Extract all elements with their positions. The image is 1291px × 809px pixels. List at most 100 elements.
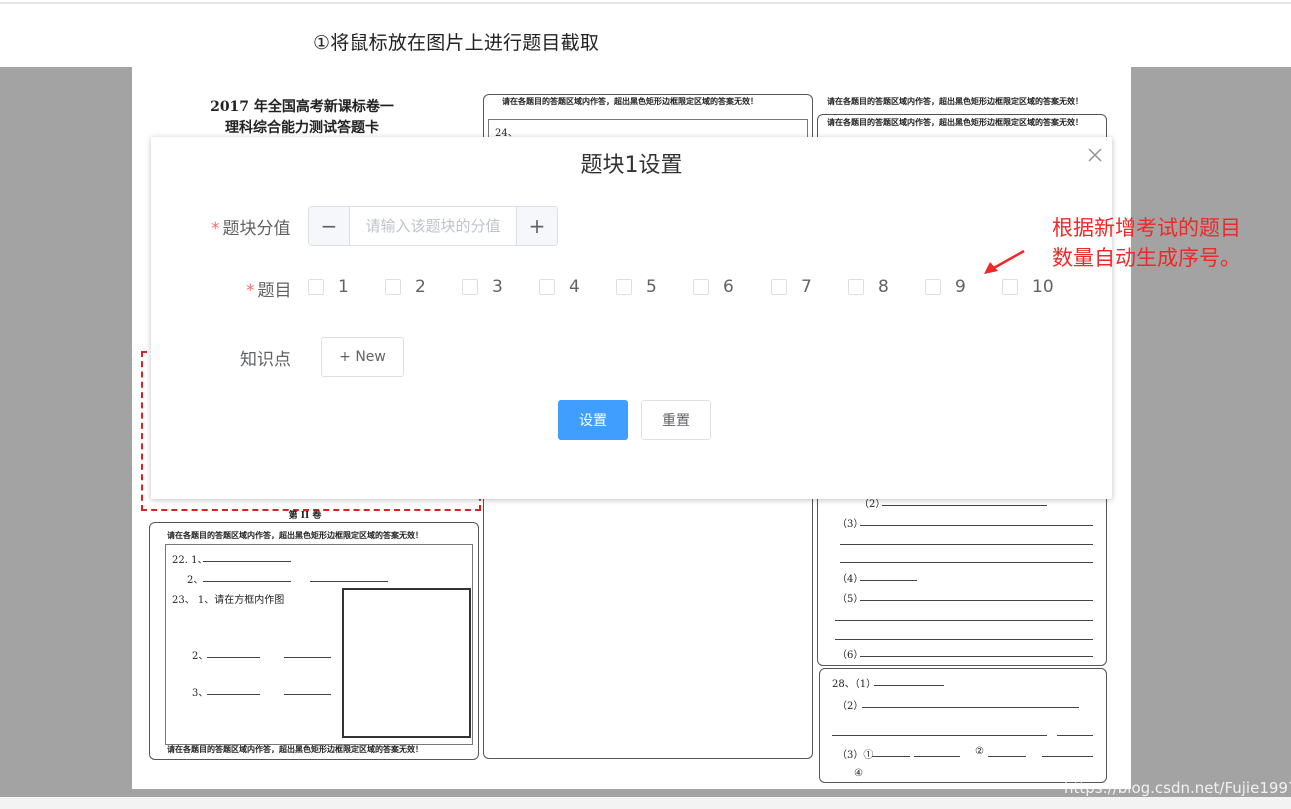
add-knowledge-button[interactable]: + New	[321, 337, 404, 377]
answer-line	[832, 735, 1047, 736]
checkbox-square[interactable]	[462, 279, 478, 295]
answer-line	[284, 694, 331, 695]
checkbox-square[interactable]	[925, 279, 941, 295]
required-asterisk: *	[211, 219, 220, 239]
questions-label-text: 题目	[257, 281, 292, 301]
checkbox-square[interactable]	[308, 279, 324, 295]
sheet-notice: 请在各题目的答题区域内作答，超出黑色矩形边框限定区域的答案无效！	[167, 744, 423, 754]
answer-line	[874, 685, 944, 686]
sheet-notice: 请在各题目的答题区域内作答，超出黑色矩形边框限定区域的答案无效！	[167, 530, 423, 540]
question-checkbox[interactable]: 1	[308, 276, 349, 298]
question-number: 1	[338, 277, 349, 297]
sheet-notice: 请在各题目的答题区域内作答，超出黑色矩形边框限定区域的答案无效！	[502, 96, 758, 106]
answer-line	[835, 639, 1093, 640]
question-28-part3b: ②	[975, 746, 984, 757]
answer-line	[840, 544, 1093, 545]
annotation-line-1: 根据新增考试的题目	[1052, 216, 1241, 240]
answer-line	[840, 562, 1093, 563]
reset-button[interactable]: 重置	[641, 400, 711, 440]
questions-form-label: * 题目	[246, 276, 292, 301]
question-checkbox[interactable]: 7	[771, 276, 812, 298]
question-checkbox-group: 1 2 3 4 5 6 7 8 9 10	[308, 276, 1098, 298]
checkbox-square[interactable]	[539, 279, 555, 295]
answer-line	[914, 756, 960, 757]
answer-line	[860, 600, 1093, 601]
question-checkbox[interactable]: 10	[1002, 276, 1054, 298]
question-number: 5	[646, 277, 657, 297]
question-checkbox[interactable]: 8	[848, 276, 889, 298]
increase-button[interactable]: +	[516, 207, 557, 245]
question-22-part1: 22. 1、	[172, 555, 208, 566]
checkbox-square[interactable]	[848, 279, 864, 295]
sheet-title-line1: 2017 年全国高考新课标卷一	[210, 99, 394, 115]
block-settings-dialog: 题块1设置 *题块分值 − + *题目 1 2 3 4 5 6 7 8 9 10…	[151, 137, 1112, 499]
arrow-icon	[984, 249, 1025, 274]
answer-line	[1042, 756, 1093, 757]
answer-line	[862, 707, 1079, 708]
instruction-text: ①将鼠标放在图片上进行题目截取	[313, 32, 600, 54]
question-23-part3: 3、	[192, 688, 209, 699]
answer-line	[1057, 735, 1093, 736]
question-number: 2	[415, 277, 426, 297]
question-number: 8	[878, 277, 889, 297]
question-28-part3: （3）①	[837, 750, 874, 761]
answer-line	[203, 561, 291, 562]
checkbox-square[interactable]	[616, 279, 632, 295]
top-divider	[0, 2, 1291, 4]
question-number: 10	[1032, 277, 1054, 297]
score-label-text: 题块分值	[222, 219, 291, 239]
question-28-part2: （2）	[837, 701, 864, 712]
question-checkbox[interactable]: 2	[385, 276, 426, 298]
sheet-item-3: （3）	[837, 519, 864, 530]
knowledge-form-label: 知识点	[240, 350, 291, 370]
question-number: 7	[801, 277, 812, 297]
question-28-part4: ④	[854, 768, 863, 779]
close-icon[interactable]	[1086, 146, 1104, 164]
question-number: 9	[955, 277, 966, 297]
sheet-item-6: （6）	[837, 650, 864, 661]
sheet-item-4: （4）	[837, 574, 864, 585]
submit-button[interactable]: 设置	[558, 400, 628, 440]
score-input[interactable]	[350, 207, 516, 245]
annotation-note: 根据新增考试的题目 数量自动生成序号。	[1052, 213, 1282, 273]
question-23-part2: 2、	[192, 651, 209, 662]
answer-line	[988, 756, 1026, 757]
question-checkbox[interactable]: 6	[693, 276, 734, 298]
question-22-part2: 2、	[187, 575, 204, 586]
annotation-line-2: 数量自动生成序号。	[1052, 246, 1241, 270]
question-28-part1: 28、（1）	[832, 679, 877, 690]
question-checkbox[interactable]: 5	[616, 276, 657, 298]
answer-line	[207, 694, 260, 695]
question-number: 3	[492, 277, 503, 297]
answer-line	[310, 581, 388, 582]
question-23-part1: 23、 1、请在方框内作图	[172, 595, 285, 606]
decrease-button[interactable]: −	[309, 207, 350, 245]
answer-line	[860, 525, 1093, 526]
score-form-label: * 题块分值	[211, 214, 291, 239]
answer-line	[835, 620, 1093, 621]
sheet-notice: 请在各题目的答题区域内作答，超出黑色矩形边框限定区域的答案无效！	[827, 96, 1083, 106]
checkbox-square[interactable]	[385, 279, 401, 295]
sheet-title-line2: 理科综合能力测试答题卡	[225, 120, 379, 136]
question-checkbox[interactable]: 9	[925, 276, 966, 298]
answer-line	[860, 656, 1093, 657]
question-checkbox[interactable]: 3	[462, 276, 503, 298]
question-number: 6	[723, 277, 734, 297]
drawing-box	[342, 588, 471, 738]
checkbox-square[interactable]	[693, 279, 709, 295]
question-checkbox[interactable]: 4	[539, 276, 580, 298]
answer-line	[284, 657, 331, 658]
answer-line	[203, 581, 291, 582]
bottom-strip	[0, 797, 1291, 809]
checkbox-square[interactable]	[771, 279, 787, 295]
sheet-notice: 请在各题目的答题区域内作答，超出黑色矩形边框限定区域的答案无效！	[827, 117, 1083, 127]
section-label: 第 II 卷	[288, 511, 322, 521]
score-stepper: − +	[308, 206, 558, 246]
dialog-title: 题块1设置	[580, 153, 683, 178]
watermark: https://blog.csdn.net/Fujie1997	[1064, 779, 1291, 797]
answer-line	[207, 657, 260, 658]
answer-line	[860, 580, 917, 581]
question-number: 4	[569, 277, 580, 297]
checkbox-square[interactable]	[1002, 279, 1018, 295]
sheet-item-5: （5）	[837, 594, 864, 605]
